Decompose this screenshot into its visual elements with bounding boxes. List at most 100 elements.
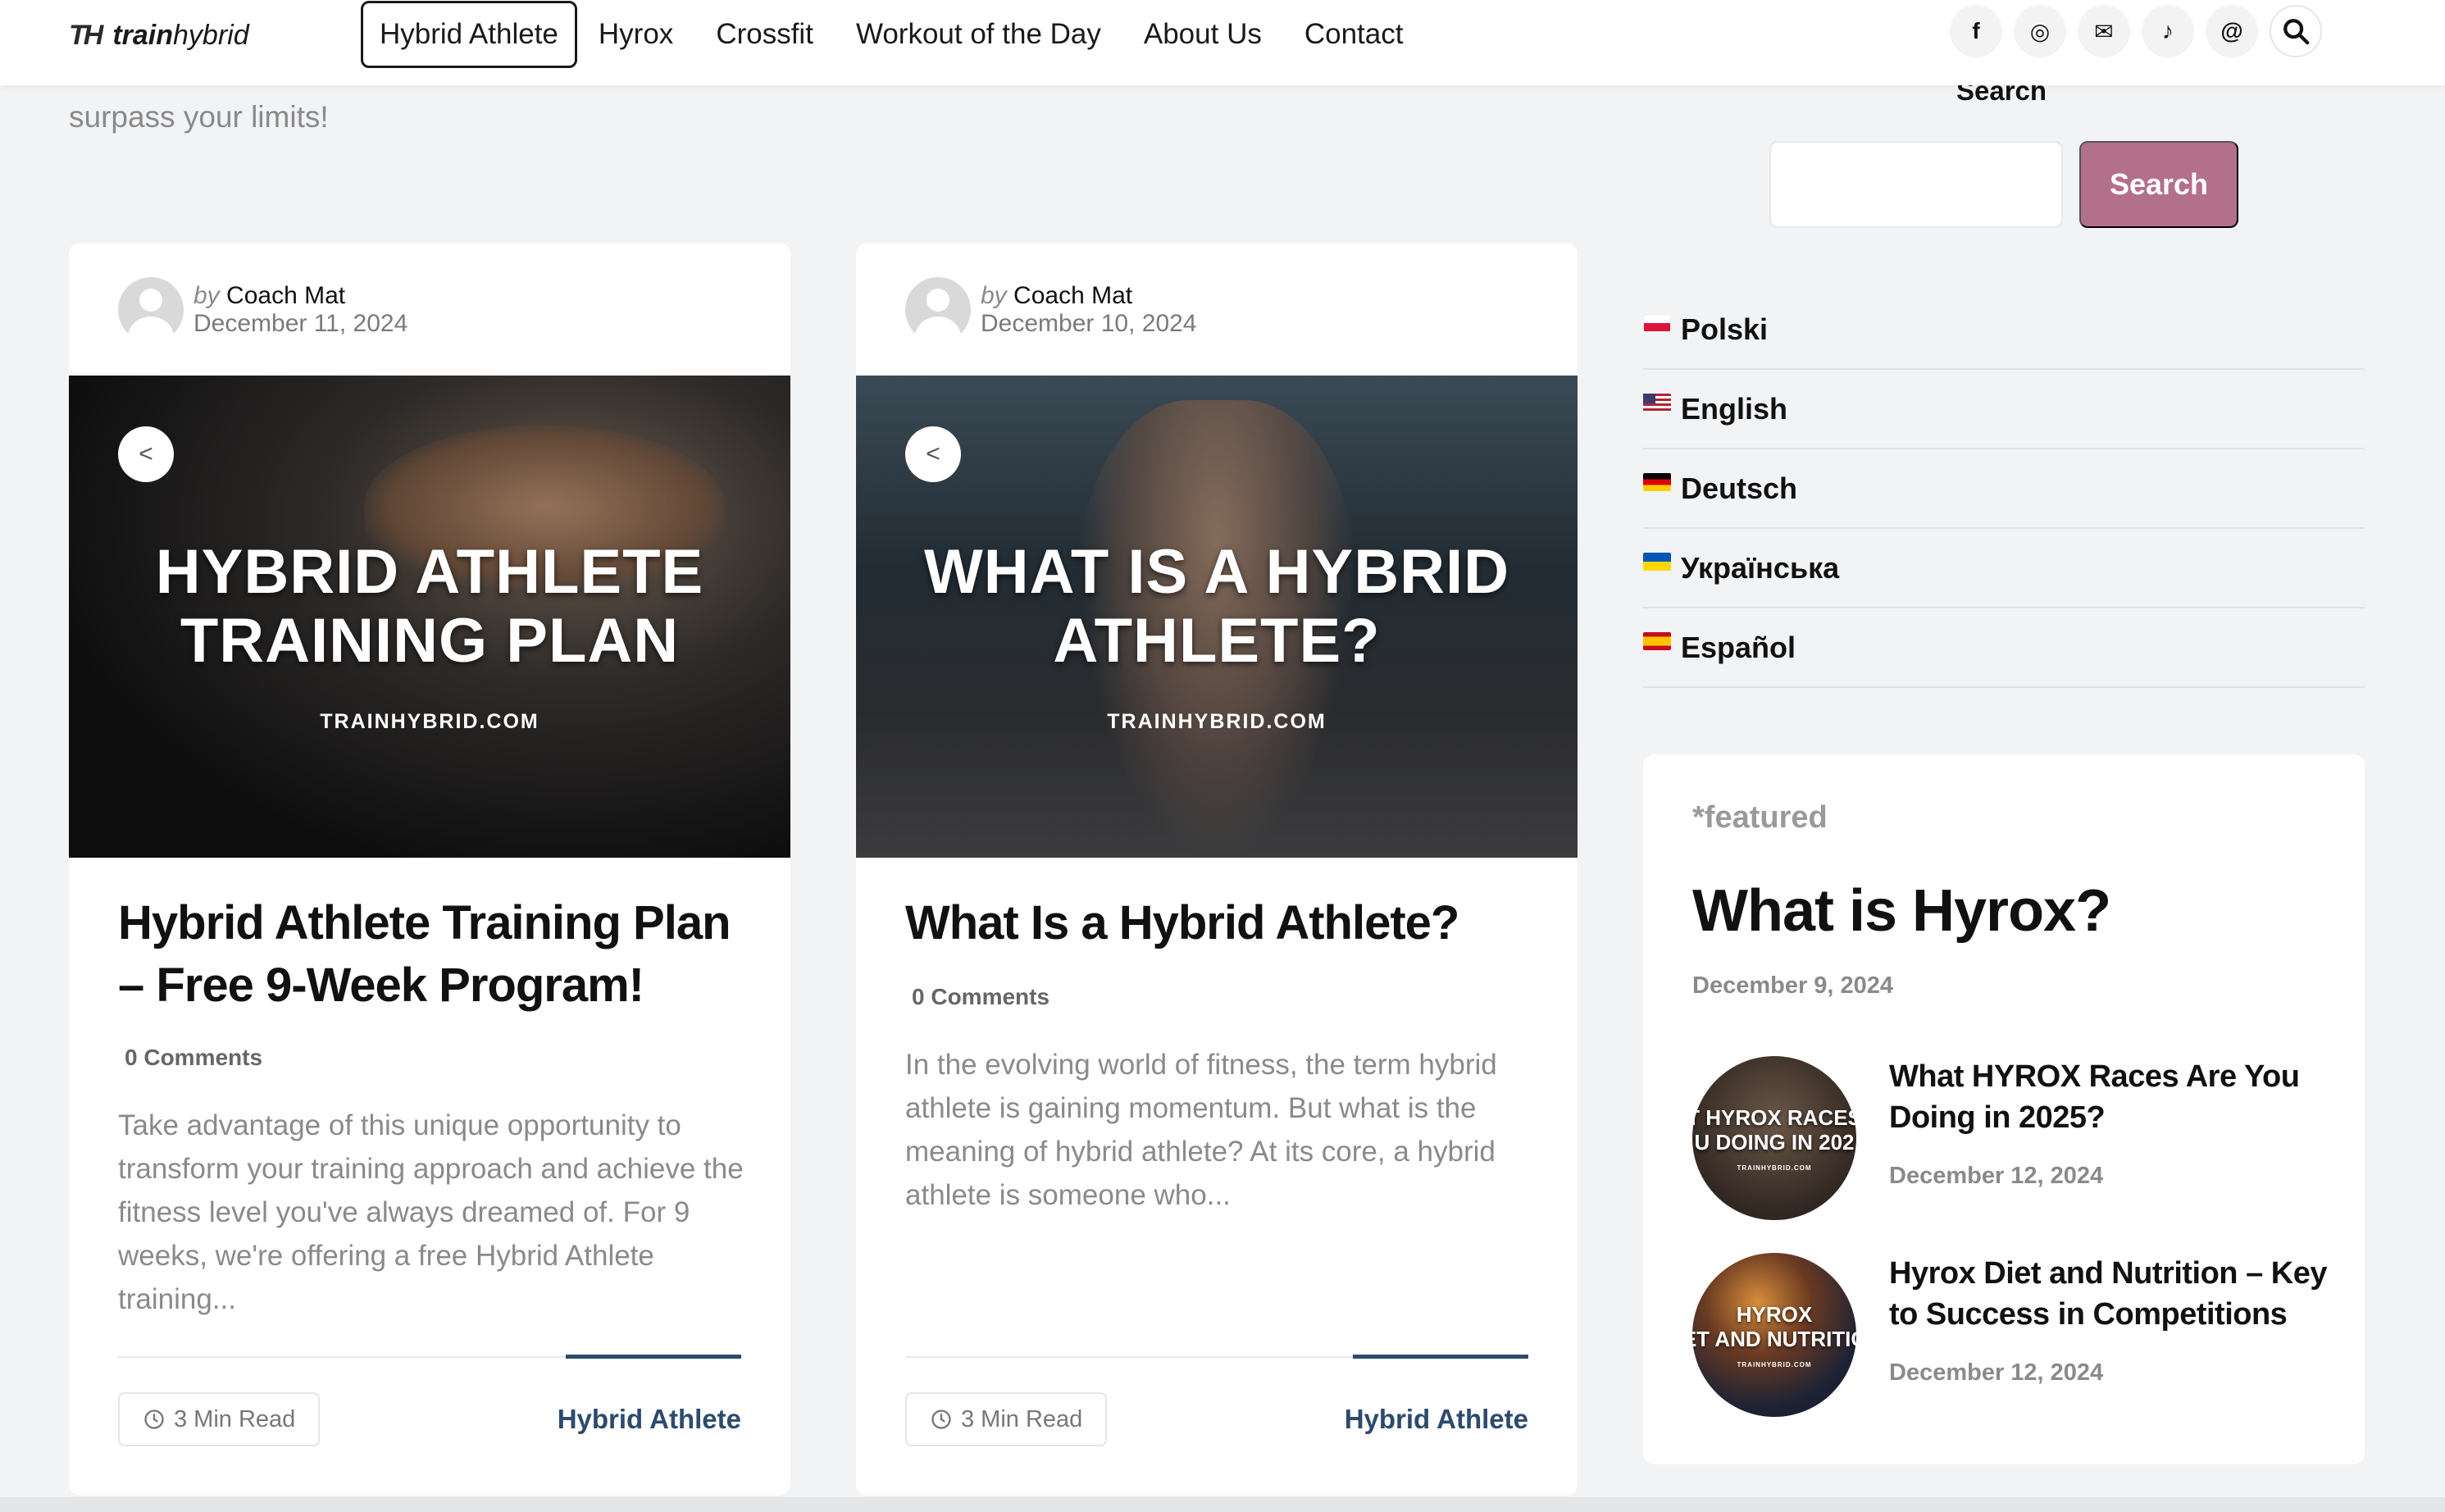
thumbnail-site: TRAINHYBRID.COM bbox=[1107, 710, 1327, 733]
poland-flag-icon bbox=[1643, 313, 1671, 332]
logo-text-thin: hybrid bbox=[173, 20, 249, 51]
thumbnail-text-line-2: ET AND NUTRITIC bbox=[1692, 1326, 1856, 1351]
comments-count[interactable]: 0 Comments bbox=[912, 984, 1049, 1010]
featured-post-date: December 12, 2024 bbox=[1889, 1359, 2104, 1386]
share-icon[interactable]: < bbox=[905, 426, 961, 482]
avatar bbox=[905, 277, 971, 343]
nav-hyrox[interactable]: Hyrox bbox=[577, 2, 694, 67]
post-card: by Coach Mat December 10, 2024 < WHAT IS… bbox=[856, 243, 1578, 1496]
featured-date: December 9, 2024 bbox=[1692, 972, 1894, 999]
language-label: English bbox=[1681, 391, 1788, 426]
email-icon[interactable]: ✉ bbox=[2078, 5, 2130, 57]
language-label: Українська bbox=[1681, 550, 1840, 585]
featured-post-title[interactable]: What HYROX Races Are You Doing in 2025? bbox=[1889, 1056, 2332, 1138]
post-thumbnail[interactable]: < HYBRID ATHLETE TRAINING PLAN TRAINHYBR… bbox=[69, 376, 790, 858]
clock-icon bbox=[144, 1410, 164, 1429]
featured-title[interactable]: What is Hyrox? bbox=[1692, 877, 2111, 945]
author-link[interactable]: Coach Mat bbox=[226, 282, 345, 309]
thumbnail-site: TRAINHYBRID.COM bbox=[320, 710, 540, 733]
logo-text-bold: train bbox=[112, 20, 174, 51]
language-item-espanol[interactable]: Español bbox=[1643, 608, 2365, 688]
nav-contact[interactable]: Contact bbox=[1283, 2, 1425, 67]
post-title[interactable]: Hybrid Athlete Training Plan – Free 9-We… bbox=[118, 892, 758, 1017]
thumbnail-title: WHAT IS A HYBRID ATHLETE? bbox=[856, 538, 1578, 676]
post-author: by Coach Mat December 11, 2024 bbox=[118, 277, 408, 343]
post-card: by Coach Mat December 11, 2024 < HYBRID … bbox=[69, 243, 790, 1496]
card-divider-accent bbox=[566, 1355, 741, 1359]
search-icon-svg bbox=[2283, 19, 2310, 45]
site-header: TH trainhybrid Hybrid Athlete Hyrox Cros… bbox=[0, 0, 2445, 85]
author-link[interactable]: Coach Mat bbox=[1013, 282, 1132, 309]
thumbnail-site: TRAINHYBRID.COM bbox=[1737, 1360, 1812, 1369]
featured-post-title[interactable]: Hyrox Diet and Nutrition – Key to Succes… bbox=[1889, 1253, 2332, 1335]
instagram-icon[interactable]: ◎ bbox=[2014, 5, 2066, 57]
featured-post-date: December 12, 2024 bbox=[1889, 1163, 2104, 1189]
tiktok-icon[interactable]: ♪ bbox=[2142, 5, 2194, 57]
site-logo[interactable]: TH trainhybrid bbox=[69, 20, 249, 52]
post-date: December 11, 2024 bbox=[194, 310, 408, 337]
post-thumbnail[interactable]: < WHAT IS A HYBRID ATHLETE? TRAINHYBRID.… bbox=[856, 376, 1578, 858]
post-author: by Coach Mat December 10, 2024 bbox=[905, 277, 1197, 343]
page-bottom-edge bbox=[0, 1497, 2445, 1512]
thumbnail-site: TRAINHYBRID.COM bbox=[1737, 1164, 1812, 1172]
logo-mark: TH bbox=[69, 20, 103, 51]
read-time-badge: 3 Min Read bbox=[905, 1392, 1108, 1446]
by-label: by bbox=[981, 282, 1007, 309]
featured-post-item[interactable]: T HYROX RACES U DOING IN 202 TRAINHYBRID… bbox=[1692, 1056, 2332, 1220]
featured-tag: *featured bbox=[1692, 800, 1828, 835]
social-links: f ◎ ✉ ♪ @ bbox=[1950, 5, 2322, 57]
threads-icon[interactable]: @ bbox=[2206, 5, 2258, 57]
share-icon[interactable]: < bbox=[118, 426, 174, 482]
language-item-ukrainian[interactable]: Українська bbox=[1643, 529, 2365, 608]
nav-hybrid-athlete[interactable]: Hybrid Athlete bbox=[361, 1, 577, 68]
thumbnail-title-line-2: ATHLETE? bbox=[1053, 606, 1381, 676]
comments-count[interactable]: 0 Comments bbox=[125, 1045, 262, 1071]
by-label: by bbox=[194, 282, 220, 309]
germany-flag-icon bbox=[1643, 472, 1671, 491]
language-item-english[interactable]: English bbox=[1643, 370, 2365, 449]
usa-flag-icon bbox=[1643, 393, 1671, 412]
nav-workout-of-the-day[interactable]: Workout of the Day bbox=[835, 2, 1122, 67]
main-nav: Hybrid Athlete Hyrox Crossfit Workout of… bbox=[361, 0, 1424, 69]
search-icon[interactable] bbox=[2270, 5, 2322, 57]
post-excerpt: Take advantage of this unique opportunit… bbox=[118, 1109, 744, 1315]
language-label: Español bbox=[1681, 630, 1796, 664]
category-link[interactable]: Hybrid Athlete bbox=[1345, 1404, 1528, 1435]
language-item-deutsch[interactable]: Deutsch bbox=[1643, 449, 2365, 529]
thumbnail-title-line-1: HYBRID ATHLETE bbox=[155, 537, 704, 607]
thumbnail-text-line-1: T HYROX RACES bbox=[1692, 1104, 1856, 1130]
language-label: Polski bbox=[1681, 312, 1769, 346]
category-link[interactable]: Hybrid Athlete bbox=[558, 1404, 741, 1435]
read-time-badge: 3 Min Read bbox=[118, 1392, 321, 1446]
clock-icon bbox=[931, 1410, 951, 1429]
featured-post-item[interactable]: HYROX ET AND NUTRITIC TRAINHYBRID.COM Hy… bbox=[1692, 1253, 2332, 1417]
spain-flag-icon bbox=[1643, 631, 1671, 650]
featured-widget: *featured What is Hyrox? December 9, 202… bbox=[1643, 754, 2365, 1464]
post-date: December 10, 2024 bbox=[981, 310, 1197, 337]
ukraine-flag-icon bbox=[1643, 552, 1671, 571]
thumbnail-title-line-1: WHAT IS A HYBRID bbox=[923, 537, 1510, 607]
language-label: Deutsch bbox=[1681, 471, 1798, 505]
search-input[interactable] bbox=[1769, 141, 2063, 228]
post-excerpt: In the evolving world of fitness, the te… bbox=[905, 1049, 1497, 1211]
post-title[interactable]: What Is a Hybrid Athlete? bbox=[905, 892, 1545, 954]
search-button[interactable]: Search bbox=[2079, 141, 2238, 228]
language-switcher: Polski English Deutsch Українська Españo… bbox=[1643, 290, 2365, 688]
read-time-label: 3 Min Read bbox=[961, 1405, 1083, 1432]
language-item-polski[interactable]: Polski bbox=[1643, 290, 2365, 370]
card-divider-accent bbox=[1353, 1355, 1528, 1359]
facebook-icon[interactable]: f bbox=[1950, 5, 2002, 57]
featured-post-thumbnail[interactable]: HYROX ET AND NUTRITIC TRAINHYBRID.COM bbox=[1692, 1253, 1856, 1417]
author-meta: by Coach Mat December 10, 2024 bbox=[981, 282, 1197, 338]
author-meta: by Coach Mat December 11, 2024 bbox=[194, 282, 408, 338]
logo-text: trainhybrid bbox=[112, 20, 248, 52]
intro-text: surpass your limits! bbox=[69, 100, 329, 134]
nav-crossfit[interactable]: Crossfit bbox=[694, 2, 835, 67]
thumbnail-title-line-2: TRAINING PLAN bbox=[180, 606, 680, 676]
featured-post-thumbnail[interactable]: T HYROX RACES U DOING IN 202 TRAINHYBRID… bbox=[1692, 1056, 1856, 1220]
read-time-label: 3 Min Read bbox=[174, 1405, 296, 1432]
thumbnail-title: HYBRID ATHLETE TRAINING PLAN bbox=[69, 538, 790, 676]
thumbnail-text-line-1: HYROX bbox=[1736, 1301, 1813, 1327]
avatar bbox=[118, 277, 184, 343]
nav-about-us[interactable]: About Us bbox=[1122, 2, 1283, 67]
